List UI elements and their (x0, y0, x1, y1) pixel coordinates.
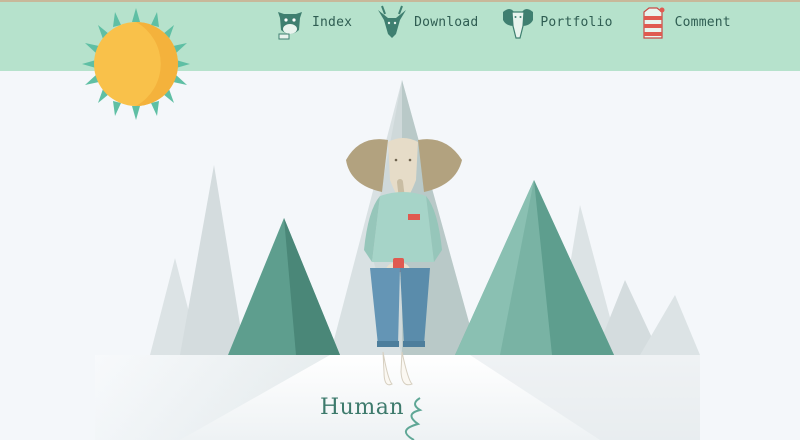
elephant-head-icon (503, 9, 534, 39)
shirt-icon (643, 7, 665, 39)
nav-label-portfolio: Portfolio (540, 14, 613, 30)
main-nav: Index Download Portfolio Comment (272, 2, 753, 42)
mountain-pale-right-3 (640, 295, 700, 355)
mountain-scene (95, 80, 700, 440)
cow-head-icon (278, 12, 302, 40)
nav-item-portfolio[interactable]: Portfolio (500, 4, 612, 40)
nav-item-download[interactable]: Download (374, 4, 478, 40)
nav-label-comment: Comment (674, 14, 731, 30)
deer-head-icon (378, 5, 407, 38)
nav-label-index: Index (312, 14, 353, 30)
mountain-pale-left-2 (180, 165, 245, 355)
nav-label-download: Download (414, 14, 479, 30)
nav-item-comment[interactable]: Comment (635, 4, 731, 40)
hero-title: Human (320, 395, 405, 420)
nav-item-index[interactable]: Index (272, 4, 352, 40)
